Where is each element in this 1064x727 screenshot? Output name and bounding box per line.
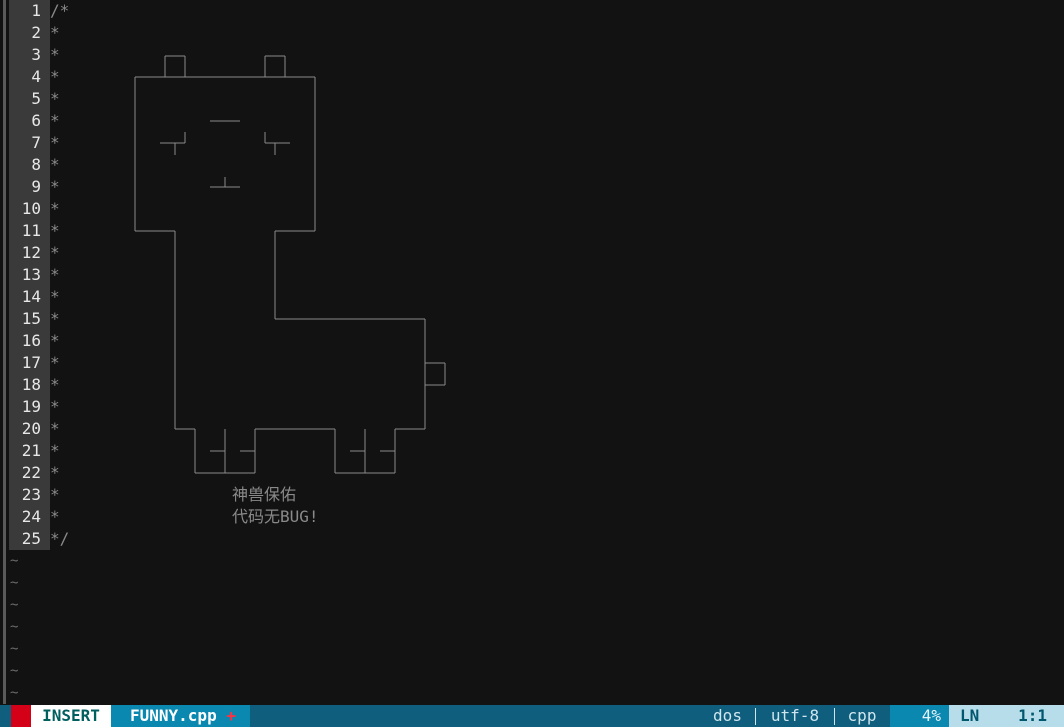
mode-label: INSERT	[31, 705, 111, 727]
filename: FUNNY.cpp	[130, 706, 217, 725]
ln-label: LN	[960, 706, 980, 725]
mode-indicator-block	[11, 705, 31, 727]
encoding: utf-8	[770, 706, 820, 725]
filetype: cpp	[847, 706, 877, 725]
scroll-percent: 4%	[890, 705, 949, 727]
fileformat: dos	[713, 706, 742, 725]
cursor-position: 1:1	[1018, 706, 1047, 725]
blessing-caption-line1: 神兽保佑	[232, 485, 297, 504]
status-line: INSERT FUNNY.cpp + dos utf-8 cpp 4% LN 1:…	[0, 705, 1064, 727]
filename-segment: FUNNY.cpp +	[111, 705, 250, 727]
blessing-caption-line2: 代码无BUG!	[232, 507, 319, 526]
alpaca-ascii-art	[134, 55, 446, 474]
editor-pane[interactable]: 1/* 2 * 3 * 4 * 5 * 6 * 7 * 8 * 9 * 10 * 11 * 12 * 13 * 14 * 15 * 16 *…	[0, 0, 1064, 705]
modified-marker: +	[226, 706, 236, 725]
cursor-position-segment: LN 1:1	[949, 705, 1064, 727]
